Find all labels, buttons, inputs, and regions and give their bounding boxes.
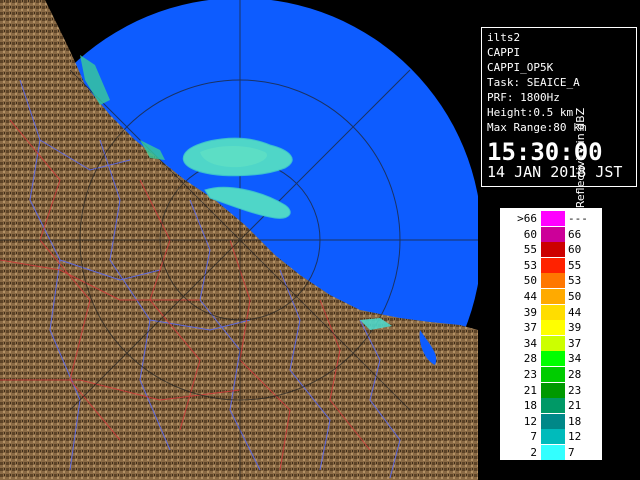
legend-row: 12 18: [501, 413, 601, 430]
legend-swatch: [541, 398, 565, 414]
legend-swatch: [541, 382, 565, 398]
product-name: CAPPI: [487, 46, 521, 59]
station-name: ilts2: [487, 31, 521, 44]
max-range-label: Max Range:80 km: [487, 121, 587, 134]
legend-upper-value: 7: [568, 446, 575, 459]
legend-swatch: [541, 304, 565, 320]
legend-row: 23 28: [501, 367, 601, 383]
legend-swatch: [541, 335, 565, 351]
legend-upper-value: 37: [568, 336, 582, 350]
legend-upper-value: 23: [568, 383, 582, 397]
legend-row: 50 53: [501, 273, 601, 289]
legend-upper-value: 60: [568, 243, 582, 257]
legend-upper-value: 12: [568, 430, 582, 444]
legend-lower-value: 34: [523, 336, 537, 350]
legend-upper-value: 44: [568, 305, 582, 319]
legend-swatch: [541, 320, 565, 336]
legend-swatch: [541, 289, 565, 304]
info-box: ilts2 CAPPI CAPPI_OP5K Task: SEAICE_A PR…: [481, 27, 637, 187]
legend-upper-value: 39: [568, 321, 582, 335]
legend-row: 37 39: [501, 320, 601, 336]
height-label: Height:0.5 km: [487, 106, 574, 119]
legend-upper-value: 18: [568, 414, 582, 428]
legend-upper-value: 53: [568, 274, 582, 288]
legend-lower-value: >66: [517, 212, 537, 225]
legend-row: 44 50: [501, 289, 601, 305]
legend-row: 7 12: [501, 429, 601, 445]
legend-row: 34 37: [501, 335, 601, 352]
legend-upper-value: 21: [568, 399, 582, 413]
radar-map-canvas: [0, 0, 478, 480]
legend-lower-value: 18: [523, 399, 537, 413]
prf-label: PRF: 1800Hz: [487, 91, 560, 104]
legend-lower-value: 28: [523, 352, 537, 366]
legend-row: 53 55: [501, 257, 601, 274]
legend-title: Reflectivity in dBZ: [574, 107, 587, 209]
legend-row: 21 23: [501, 382, 601, 399]
legend-swatch: [541, 367, 565, 382]
radar-map: [0, 0, 478, 480]
task-label: Task: SEAICE_A: [487, 76, 580, 89]
legend-swatch: [541, 445, 565, 460]
legend-swatch: [541, 226, 565, 242]
legend-lower-value: 23: [523, 368, 537, 381]
side-panel: ilts2 CAPPI CAPPI_OP5K Task: SEAICE_A PR…: [478, 0, 640, 480]
legend-upper-value: 28: [568, 368, 582, 381]
product-code: CAPPI_OP5K: [487, 61, 554, 74]
legend-lower-value: 55: [523, 243, 537, 257]
legend-lower-value: 2: [530, 446, 537, 459]
legend-upper-value: 50: [568, 290, 582, 303]
legend-swatch: [541, 413, 565, 429]
legend-lower-value: 39: [523, 305, 537, 319]
legend-lower-value: 60: [523, 227, 537, 241]
legend-upper-value: 55: [568, 258, 582, 272]
legend-lower-value: 37: [523, 321, 537, 335]
legend-swatch: [541, 211, 565, 226]
legend-swatch: [541, 273, 565, 289]
legend-swatch: [541, 429, 565, 445]
reflectivity-legend: >66 --- 60 66 55 60 53 55 50 53 44 50 39 44 37 39 34 37 28…: [500, 208, 602, 460]
legend-row: 27: [501, 445, 601, 461]
date-display: 14 JAN 2018 JST: [487, 163, 623, 181]
legend-row: 18 21: [501, 398, 601, 414]
legend-lower-value: 44: [523, 290, 537, 303]
legend-swatch: [541, 257, 565, 273]
legend-lower-value: 7: [530, 430, 537, 444]
legend-row: 28 34: [501, 351, 601, 367]
legend-swatch: [541, 351, 565, 367]
legend-row: 55 60: [501, 242, 601, 258]
legend-lower-value: 53: [523, 258, 537, 272]
legend-lower-value: 12: [523, 414, 537, 428]
legend-lower-value: 21: [523, 383, 537, 397]
legend-swatch: [541, 242, 565, 258]
legend-row: 39 44: [501, 304, 601, 321]
legend-lower-value: 50: [523, 274, 537, 288]
legend-upper-value: 34: [568, 352, 582, 366]
